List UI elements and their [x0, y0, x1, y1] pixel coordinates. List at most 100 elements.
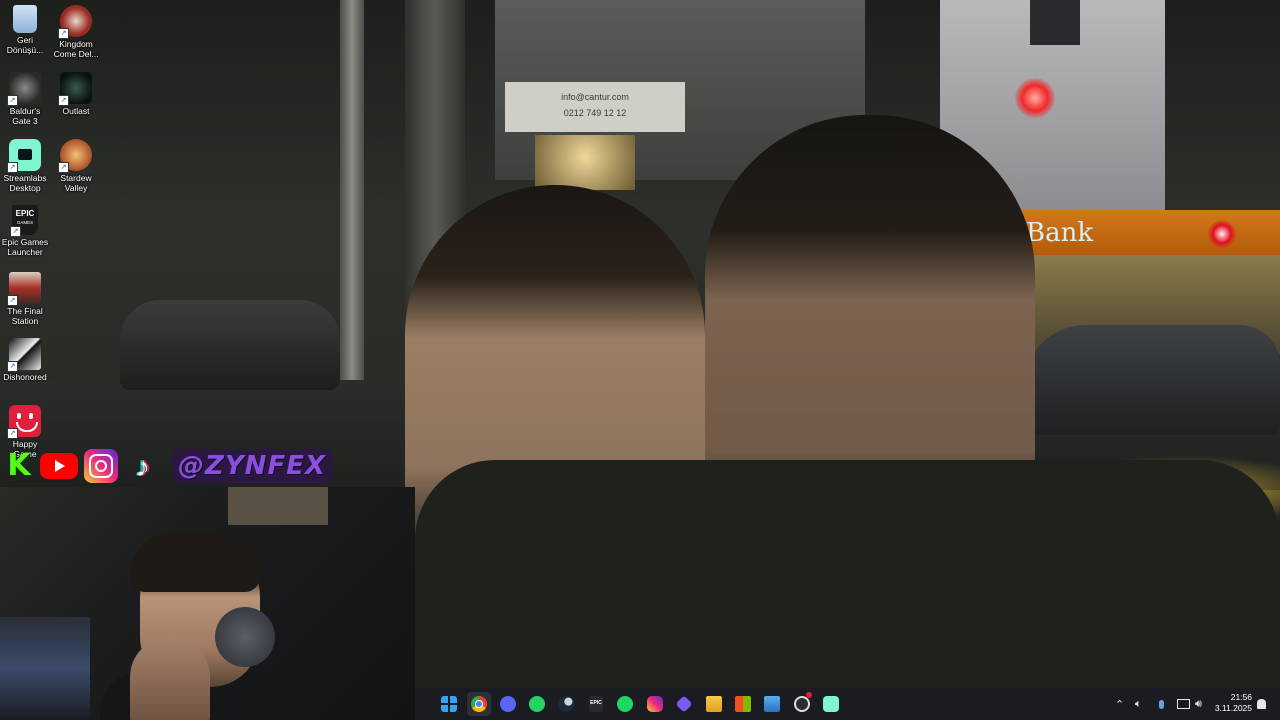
discord-button[interactable] [496, 692, 520, 716]
desktop-icon-dishonored[interactable]: ↗ Dishonored [0, 338, 50, 382]
stream-handle: @ZYNFEX [172, 449, 333, 483]
webcam-overlay [0, 487, 415, 720]
tray-overflow-button[interactable]: ⌃ [1115, 688, 1124, 720]
wallpaper-foreground [415, 460, 1280, 690]
desktop-icon-label: Geri Dönüşü... [6, 35, 44, 55]
taskbar: EPIC ⌃ 🔈︎ 🔊︎ [415, 688, 1280, 720]
epic-games-icon: EPIC [589, 696, 603, 712]
shortcut-arrow-icon: ↗ [58, 162, 69, 173]
desktop-icon-label: Epic Games Launcher [1, 237, 49, 257]
kick-icon: K [2, 449, 36, 483]
stardew-valley-icon: ↗ [58, 139, 92, 173]
discord-icon [500, 696, 516, 712]
windows-start-icon [441, 696, 457, 712]
wallpaper-car-right [1025, 325, 1280, 435]
store-button[interactable] [731, 692, 755, 716]
wallpaper-car-left [120, 300, 340, 390]
clock-time: 21:56 [1230, 692, 1252, 702]
instagram-button[interactable] [643, 692, 667, 716]
kingdom-come-icon: ↗ [58, 5, 92, 39]
shortcut-arrow-icon: ↗ [7, 361, 18, 372]
epic-button[interactable]: EPIC [584, 692, 608, 716]
shortcut-arrow-icon: ↗ [58, 28, 69, 39]
traffic-light-small [1208, 220, 1236, 248]
stream-social-overlay: K ♪ @ZYNFEX [0, 447, 340, 485]
desktop-icon-label: Baldur's Gate 3 [9, 106, 41, 126]
microsoft-store-icon [735, 696, 751, 712]
chrome-icon [471, 696, 487, 712]
steam-icon [558, 696, 574, 712]
shortcut-arrow-icon: ↗ [7, 162, 18, 173]
baldurs-gate-icon: ↗ [7, 72, 41, 106]
photos-button[interactable] [760, 692, 784, 716]
dishonored-icon: ↗ [7, 338, 41, 372]
tray-notifications[interactable] [1257, 688, 1266, 720]
webcam-background-clutter [0, 617, 90, 720]
desktop-icon-outlast[interactable]: ↗ Outlast [51, 72, 101, 116]
taskbar-clock[interactable]: 21:56 3.11.2025 [1210, 692, 1252, 714]
epic-taskbar-text: EPIC [590, 700, 602, 706]
desktop-icon-recycle-bin[interactable]: Geri Dönüşü... [0, 5, 50, 55]
webcam-background-shelf [228, 487, 328, 525]
tray-network[interactable] [1177, 688, 1190, 720]
instagram-icon [84, 449, 118, 483]
whatsapp-button[interactable] [525, 692, 549, 716]
desktop-icon-baldurs-gate[interactable]: ↗ Baldur's Gate 3 [0, 72, 50, 126]
photos-icon [764, 696, 780, 712]
instagram-icon [647, 696, 663, 712]
webcam-streamer-hair [130, 532, 260, 592]
tray-audio-device[interactable]: 🔈︎ [1135, 688, 1142, 720]
notification-dot [806, 692, 812, 698]
happy-game-icon: ↗ [7, 405, 41, 439]
webcam-headset [215, 607, 275, 667]
final-station-icon: ↗ [7, 272, 41, 306]
desktop-icon-label: Stardew Valley [60, 173, 92, 193]
shortcut-arrow-icon: ↗ [7, 428, 18, 439]
tray-microphone[interactable] [1159, 688, 1164, 720]
wallpaper-shop-sign: info@cantur.com 0212 749 12 12 [505, 82, 685, 132]
volume-icon: 🔊︎ [1195, 697, 1202, 710]
desktop-icon-label: Dishonored [3, 372, 47, 382]
spotify-button[interactable] [613, 692, 637, 716]
webcam-streamer-hand [130, 637, 210, 720]
desktop-icon-streamlabs[interactable]: ↗ Streamlabs Desktop [0, 139, 50, 193]
desktop-icon-stardew-valley[interactable]: ↗ Stardew Valley [51, 139, 101, 193]
shortcut-arrow-icon: ↗ [10, 226, 21, 237]
kick-letter: K [7, 448, 31, 483]
speaker-device-icon: 🔈︎ [1135, 697, 1142, 710]
desktop-icon-kingdom-come[interactable]: ↗ Kingdom Come Del... [51, 5, 101, 59]
outlast-icon: ↗ [58, 72, 92, 106]
desktop-icon-epic-games[interactable]: EPIC GAMES ↗ Epic Games Launcher [0, 205, 50, 257]
shop-sign-line1: info@cantur.com [561, 92, 629, 102]
obs-icon [794, 696, 810, 712]
streamlabs-icon: ↗ [7, 139, 41, 173]
bank-sign-text: Bank [1026, 218, 1094, 248]
tiktok-icon: ♪ [136, 451, 150, 482]
shop-sign-line2: 0212 749 12 12 [563, 108, 627, 118]
explorer-button[interactable] [702, 692, 726, 716]
obs-button[interactable] [790, 692, 814, 716]
network-icon [1177, 699, 1190, 709]
file-explorer-icon [706, 696, 722, 712]
shortcut-arrow-icon: ↗ [58, 95, 69, 106]
proton-button[interactable] [672, 692, 696, 716]
tray-volume[interactable]: 🔊︎ [1195, 688, 1202, 720]
steam-button[interactable] [554, 692, 578, 716]
desktop-icon-final-station[interactable]: ↗ The Final Station [0, 272, 50, 326]
start-button[interactable] [437, 692, 461, 716]
epic-games-icon: EPIC GAMES ↗ [10, 205, 38, 237]
desktop-icon-label: The Final Station [7, 306, 43, 326]
spotify-icon [617, 696, 633, 712]
chevron-up-icon: ⌃ [1115, 698, 1125, 711]
streamlabs-button[interactable] [819, 692, 843, 716]
desktop-icon-label: Streamlabs Desktop [3, 173, 47, 193]
shortcut-arrow-icon: ↗ [7, 95, 18, 106]
traffic-light [1015, 78, 1055, 118]
desktop-icon-label: Outlast [62, 106, 90, 116]
shortcut-arrow-icon: ↗ [7, 295, 18, 306]
clock-date: 3.11.2025 [1214, 703, 1252, 713]
microphone-icon [1159, 699, 1164, 709]
youtube-icon [40, 453, 78, 479]
recycle-bin-icon [13, 5, 37, 33]
chrome-button[interactable] [467, 692, 491, 716]
